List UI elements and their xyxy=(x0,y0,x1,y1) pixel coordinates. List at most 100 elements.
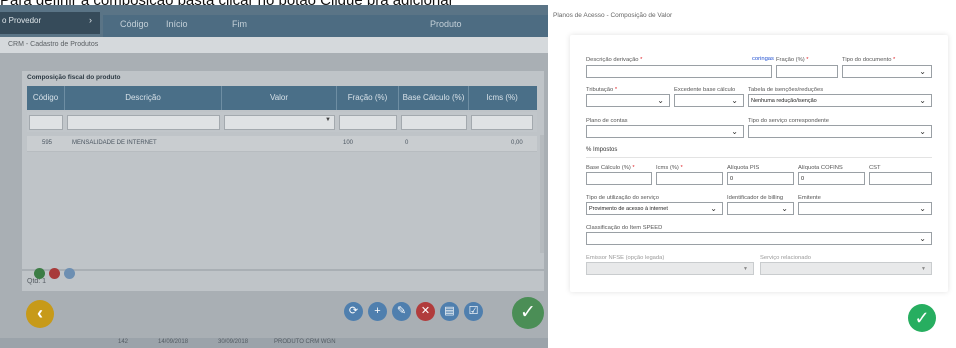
label-tipo-documento: Tipo do documento * xyxy=(842,57,895,63)
column-header-fracao[interactable]: Fração (%) xyxy=(337,86,399,110)
header-cell-inicio: Início xyxy=(166,19,188,29)
coringas-link[interactable]: coringas xyxy=(752,56,774,62)
tipo-servico-select[interactable]: ⌄ xyxy=(748,125,932,138)
filter-icms-input[interactable] xyxy=(471,115,533,130)
required-marker: * xyxy=(680,165,683,171)
required-marker: * xyxy=(806,57,809,63)
label-aliquota-cofins: Alíquota COFINS xyxy=(798,165,843,171)
header-cell-produto: Produto xyxy=(430,19,462,29)
label-icms: Icms (%) * xyxy=(656,165,683,171)
label-tributacao: Tributação * xyxy=(586,87,617,93)
composition-card: Composição fiscal do produto Código Desc… xyxy=(22,71,544,269)
bottom-cell-start: 14/09/2018 xyxy=(158,339,189,345)
cst-input[interactable] xyxy=(869,172,932,185)
chevron-down-icon: ⌄ xyxy=(919,96,926,105)
identificador-billing-select[interactable]: ⌄ xyxy=(727,202,794,215)
chevron-down-icon: ⌄ xyxy=(919,127,926,136)
table-scrollbar[interactable] xyxy=(540,135,544,253)
label-servico-relacionado: Serviço relacionado xyxy=(760,255,811,261)
pencil-icon: ✎ xyxy=(396,305,407,317)
aliquota-cofins-input[interactable]: 0 xyxy=(798,172,865,185)
chevron-down-icon: ⌄ xyxy=(731,127,738,136)
excel-icon[interactable] xyxy=(34,268,45,279)
label-text: Tipo do documento xyxy=(842,57,892,63)
filter-valor-select[interactable]: ▼ xyxy=(224,115,335,130)
column-header-descricao[interactable]: Descrição xyxy=(65,86,222,110)
background-confirm-button[interactable]: ✓ xyxy=(512,297,544,329)
required-marker: * xyxy=(640,57,643,63)
emissor-nfse-select: ▼ xyxy=(586,262,754,275)
composition-form: Descrição derivação * coringas Fração (%… xyxy=(570,35,948,292)
label-base-calculo: Base Cálculo (%) * xyxy=(586,165,635,171)
column-header-base-calculo[interactable]: Base Cálculo (%) xyxy=(399,86,469,110)
view-button[interactable]: ▤ xyxy=(440,302,459,321)
filter-descricao-input[interactable] xyxy=(67,115,220,130)
chevron-down-icon: ⌄ xyxy=(710,204,717,213)
print-icon[interactable] xyxy=(64,268,75,279)
chevron-down-icon: ⌄ xyxy=(731,96,738,105)
bottom-cell-end: 30/09/2018 xyxy=(218,339,249,345)
tabela-isencoes-select[interactable]: Nenhuma redução/isenção ⌄ xyxy=(748,94,932,107)
aliquota-pis-input[interactable]: 0 xyxy=(727,172,794,185)
plano-contas-select[interactable]: ⌄ xyxy=(586,125,744,138)
checklist-button[interactable]: ☑ xyxy=(464,302,483,321)
crm-panel: CRM - Cadastro de Produtos Composição fi… xyxy=(0,37,548,348)
chevron-down-icon: ⌄ xyxy=(781,204,788,213)
descricao-derivacao-input[interactable] xyxy=(586,65,772,78)
tipo-documento-select[interactable]: ⌄ xyxy=(842,65,932,78)
filter-fracao-input[interactable] xyxy=(339,115,397,130)
label-cst: CST xyxy=(869,165,881,171)
label-tabela-isencoes: Tabela de isenções/reduções xyxy=(748,87,824,93)
modal-confirm-button[interactable]: ✓ xyxy=(908,304,936,332)
classificacao-speed-select[interactable]: ⌄ xyxy=(586,232,932,245)
section-divider xyxy=(586,157,932,158)
label-classificacao-speed: Classificação do Item SPEED xyxy=(586,225,663,231)
bottom-cell-product: PRODUTO CRM WGN xyxy=(274,339,336,345)
chevron-right-icon: › xyxy=(89,15,92,25)
refresh-button[interactable]: ⟳ xyxy=(344,302,363,321)
pdf-icon[interactable] xyxy=(49,268,60,279)
label-descricao-derivacao: Descrição derivação * xyxy=(586,57,642,63)
filter-base-input[interactable] xyxy=(401,115,467,130)
provider-menu[interactable]: o Provedor › xyxy=(0,12,100,34)
tipo-utilizacao-select[interactable]: Provimento de acesso à internet ⌄ xyxy=(586,202,723,215)
back-button[interactable]: ‹ xyxy=(26,300,54,328)
cell-fracao: 100 xyxy=(343,140,354,146)
label-tipo-servico: Tipo do serviço correspondente xyxy=(748,118,829,124)
emitente-select[interactable]: ⌄ xyxy=(798,202,932,215)
composition-modal: Planos de Acesso - Composição de Valor D… xyxy=(548,5,956,348)
check-icon: ✓ xyxy=(914,308,930,328)
icms-input[interactable] xyxy=(656,172,723,185)
label-emitente: Emitente xyxy=(798,195,821,201)
quantity-label: Qtd: 1 xyxy=(27,278,47,285)
column-header-codigo[interactable]: Código xyxy=(27,86,65,110)
crm-title: CRM - Cadastro de Produtos xyxy=(0,37,548,53)
impostos-section-title: % Impostos xyxy=(586,147,618,153)
chevron-down-icon: ⌄ xyxy=(657,96,664,105)
chevron-down-icon: ⌄ xyxy=(919,204,926,213)
close-icon: ✕ xyxy=(420,305,431,317)
edit-button[interactable]: ✎ xyxy=(392,302,411,321)
background-topbar: o Provedor › Código Início Fim Produto xyxy=(0,5,548,37)
add-button[interactable]: + xyxy=(368,302,387,321)
column-header-icms[interactable]: Icms (%) xyxy=(469,86,535,110)
plus-icon: + xyxy=(374,305,381,317)
required-marker: * xyxy=(614,87,618,93)
tributacao-select[interactable]: ⌄ xyxy=(586,94,670,107)
provider-label: o Provedor xyxy=(2,16,42,25)
label-excedente: Excedente base cálculo xyxy=(674,87,736,93)
filter-codigo-input[interactable] xyxy=(29,115,63,130)
cell-descricao: MENSALIDADE DE INTERNET xyxy=(72,140,157,146)
fracao-input[interactable] xyxy=(776,65,838,78)
label-identificador-billing: Identificador de billing xyxy=(727,195,784,201)
delete-button[interactable]: ✕ xyxy=(416,302,435,321)
servico-relacionado-select: ▼ xyxy=(760,262,932,275)
cell-base: 0 xyxy=(405,140,409,146)
label-text: Tributação xyxy=(586,87,614,93)
chevron-down-icon: ▼ xyxy=(921,266,926,272)
column-header-valor[interactable]: Valor xyxy=(222,86,337,110)
table-row[interactable]: 595 MENSALIDADE DE INTERNET 100 0 0,00 xyxy=(27,136,537,152)
base-calculo-input[interactable] xyxy=(586,172,652,185)
excedente-select[interactable]: ⌄ xyxy=(674,94,744,107)
checklist-icon: ☑ xyxy=(468,305,479,317)
